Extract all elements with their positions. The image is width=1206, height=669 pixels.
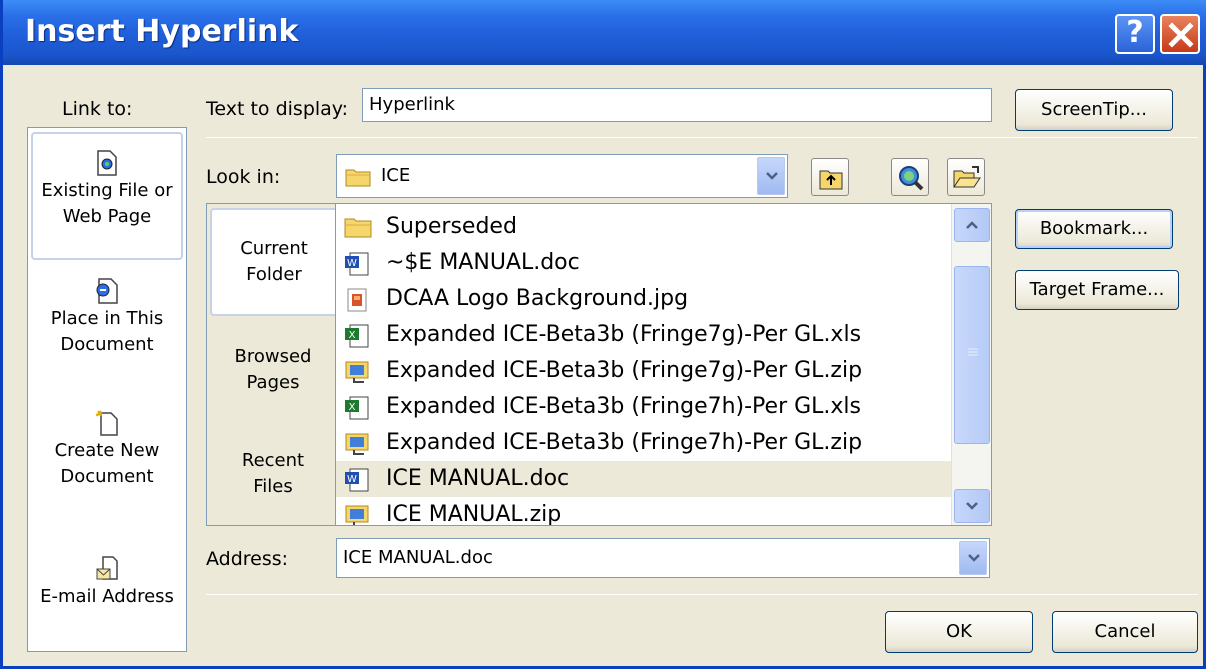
- current-folder-label-1: Current: [240, 238, 308, 259]
- create-new-document-icon: [95, 410, 118, 436]
- scroll-down-button[interactable]: [954, 489, 990, 523]
- file-name: Superseded: [386, 214, 517, 239]
- up-one-folder-button[interactable]: [811, 158, 849, 196]
- ok-button[interactable]: OK: [885, 611, 1033, 653]
- file-name: ICE MANUAL.doc: [386, 466, 570, 491]
- dialog-title: Insert Hyperlink: [25, 14, 299, 49]
- look-in-dropdown[interactable]: ICE: [336, 154, 788, 198]
- file-row[interactable]: W ~$E MANUAL.doc: [336, 245, 951, 281]
- help-button[interactable]: ?: [1115, 14, 1155, 54]
- file-name: ICE MANUAL.zip: [386, 502, 562, 525]
- grip-icon: [968, 348, 978, 356]
- browse-nav-tabs: Current Folder Browsed Pages Recent File…: [207, 204, 336, 525]
- insert-hyperlink-dialog: Insert Hyperlink ? Link to: Existing Fil…: [0, 0, 1206, 669]
- existing-file-label-1: Existing File or: [41, 180, 173, 201]
- address-dropdown-arrow[interactable]: [959, 541, 987, 575]
- scroll-thumb[interactable]: [954, 266, 990, 444]
- file-row[interactable]: ICE MANUAL.zip: [336, 497, 951, 525]
- browsed-pages-label-1: Browsed: [234, 346, 312, 367]
- tab-current-folder[interactable]: Current Folder: [210, 208, 336, 316]
- chevron-down-icon: [966, 502, 978, 510]
- image-file-icon: [347, 288, 367, 312]
- svg-text:W: W: [347, 258, 357, 269]
- tab-browsed-pages[interactable]: Browsed Pages: [210, 344, 336, 404]
- chevron-down-icon: [766, 172, 778, 180]
- open-folder-icon: [953, 166, 981, 188]
- file-name: ~$E MANUAL.doc: [386, 250, 580, 275]
- address-label: Address:: [206, 548, 289, 570]
- file-list[interactable]: Superseded W ~$E MANUAL.doc DCAA Logo Ba…: [335, 204, 951, 525]
- up-folder-icon: [819, 170, 843, 190]
- screentip-button[interactable]: ScreenTip...: [1015, 89, 1173, 131]
- svg-text:X: X: [349, 402, 356, 413]
- address-input[interactable]: ICE MANUAL.doc: [336, 538, 990, 578]
- file-row[interactable]: Expanded ICE-Beta3b (Fringe7g)-Per GL.zi…: [336, 353, 951, 389]
- file-name: DCAA Logo Background.jpg: [386, 286, 689, 311]
- browsed-pages-label-2: Pages: [246, 372, 300, 393]
- bookmark-button[interactable]: Bookmark...: [1015, 209, 1173, 249]
- file-row[interactable]: DCAA Logo Background.jpg: [336, 281, 951, 317]
- look-in-dropdown-arrow[interactable]: [757, 157, 785, 195]
- file-name: Expanded ICE-Beta3b (Fringe7h)-Per GL.xl…: [386, 394, 862, 419]
- folder-icon: [344, 218, 372, 238]
- word-document-icon: W: [345, 468, 369, 492]
- link-to-existing-file[interactable]: Existing File or Web Page: [31, 132, 183, 260]
- file-row-highlighted[interactable]: W ICE MANUAL.doc: [336, 461, 951, 497]
- file-browser: Current Folder Browsed Pages Recent File…: [206, 203, 992, 526]
- file-name: Expanded ICE-Beta3b (Fringe7g)-Per GL.zi…: [386, 358, 863, 383]
- file-row[interactable]: Expanded ICE-Beta3b (Fringe7h)-Per GL.zi…: [336, 425, 951, 461]
- chevron-down-icon: [968, 554, 980, 562]
- svg-text:W: W: [347, 474, 357, 485]
- link-to-panel: Existing File or Web Page Place in This …: [27, 127, 187, 652]
- zip-file-icon: [345, 433, 369, 455]
- tab-recent-files[interactable]: Recent Files: [210, 448, 336, 508]
- browse-web-icon: [899, 166, 924, 191]
- file-row[interactable]: X Expanded ICE-Beta3b (Fringe7h)-Per GL.…: [336, 389, 951, 425]
- link-to-create-new-document[interactable]: Create New Document: [28, 410, 186, 510]
- look-in-label: Look in:: [206, 166, 281, 188]
- chevron-up-icon: [966, 221, 978, 229]
- email-address-label: E-mail Address: [40, 586, 174, 607]
- title-bar: Insert Hyperlink ?: [3, 0, 1206, 65]
- look-in-value: ICE: [381, 165, 411, 186]
- file-row[interactable]: Superseded: [336, 209, 951, 245]
- place-in-document-label-2: Document: [60, 334, 154, 355]
- link-to-place-in-document[interactable]: Place in This Document: [28, 278, 186, 378]
- address-value: ICE MANUAL.doc: [343, 547, 493, 568]
- excel-file-icon: X: [345, 324, 369, 348]
- place-in-document-label-1: Place in This: [50, 308, 164, 329]
- excel-file-icon: X: [345, 396, 369, 420]
- divider-top: [206, 137, 1198, 138]
- create-new-document-label-1: Create New: [54, 440, 160, 461]
- place-in-document-icon: [96, 278, 118, 304]
- link-to-label: Link to:: [62, 98, 133, 120]
- text-to-display-input[interactable]: Hyperlink: [362, 88, 992, 122]
- text-to-display-label: Text to display:: [206, 98, 349, 120]
- browse-file-button[interactable]: [947, 158, 985, 196]
- recent-files-label-2: Files: [253, 476, 293, 497]
- scroll-up-button[interactable]: [954, 208, 990, 242]
- close-icon: [1168, 22, 1194, 48]
- zip-file-icon: [345, 361, 369, 383]
- zip-file-icon: [345, 505, 369, 525]
- file-name: Expanded ICE-Beta3b (Fringe7g)-Per GL.xl…: [386, 322, 862, 347]
- divider-bottom: [206, 594, 1198, 595]
- target-frame-button[interactable]: Target Frame...: [1015, 270, 1179, 310]
- word-document-icon: W: [345, 252, 369, 276]
- svg-text:X: X: [349, 330, 356, 341]
- create-new-document-label-2: Document: [60, 466, 154, 487]
- file-name: Expanded ICE-Beta3b (Fringe7h)-Per GL.zi…: [386, 430, 863, 455]
- email-address-icon: [96, 556, 118, 580]
- cancel-button[interactable]: Cancel: [1052, 611, 1198, 653]
- current-folder-label-2: Folder: [246, 264, 302, 285]
- existing-file-icon: [97, 150, 117, 176]
- existing-file-label-2: Web Page: [62, 206, 152, 227]
- browse-web-button[interactable]: [891, 158, 929, 196]
- link-to-email-address[interactable]: E-mail Address: [28, 556, 186, 636]
- close-button[interactable]: [1160, 14, 1200, 54]
- file-list-scrollbar[interactable]: [951, 204, 991, 525]
- file-row[interactable]: X Expanded ICE-Beta3b (Fringe7g)-Per GL.…: [336, 317, 951, 353]
- recent-files-label-1: Recent: [241, 450, 305, 471]
- folder-icon: [345, 169, 371, 187]
